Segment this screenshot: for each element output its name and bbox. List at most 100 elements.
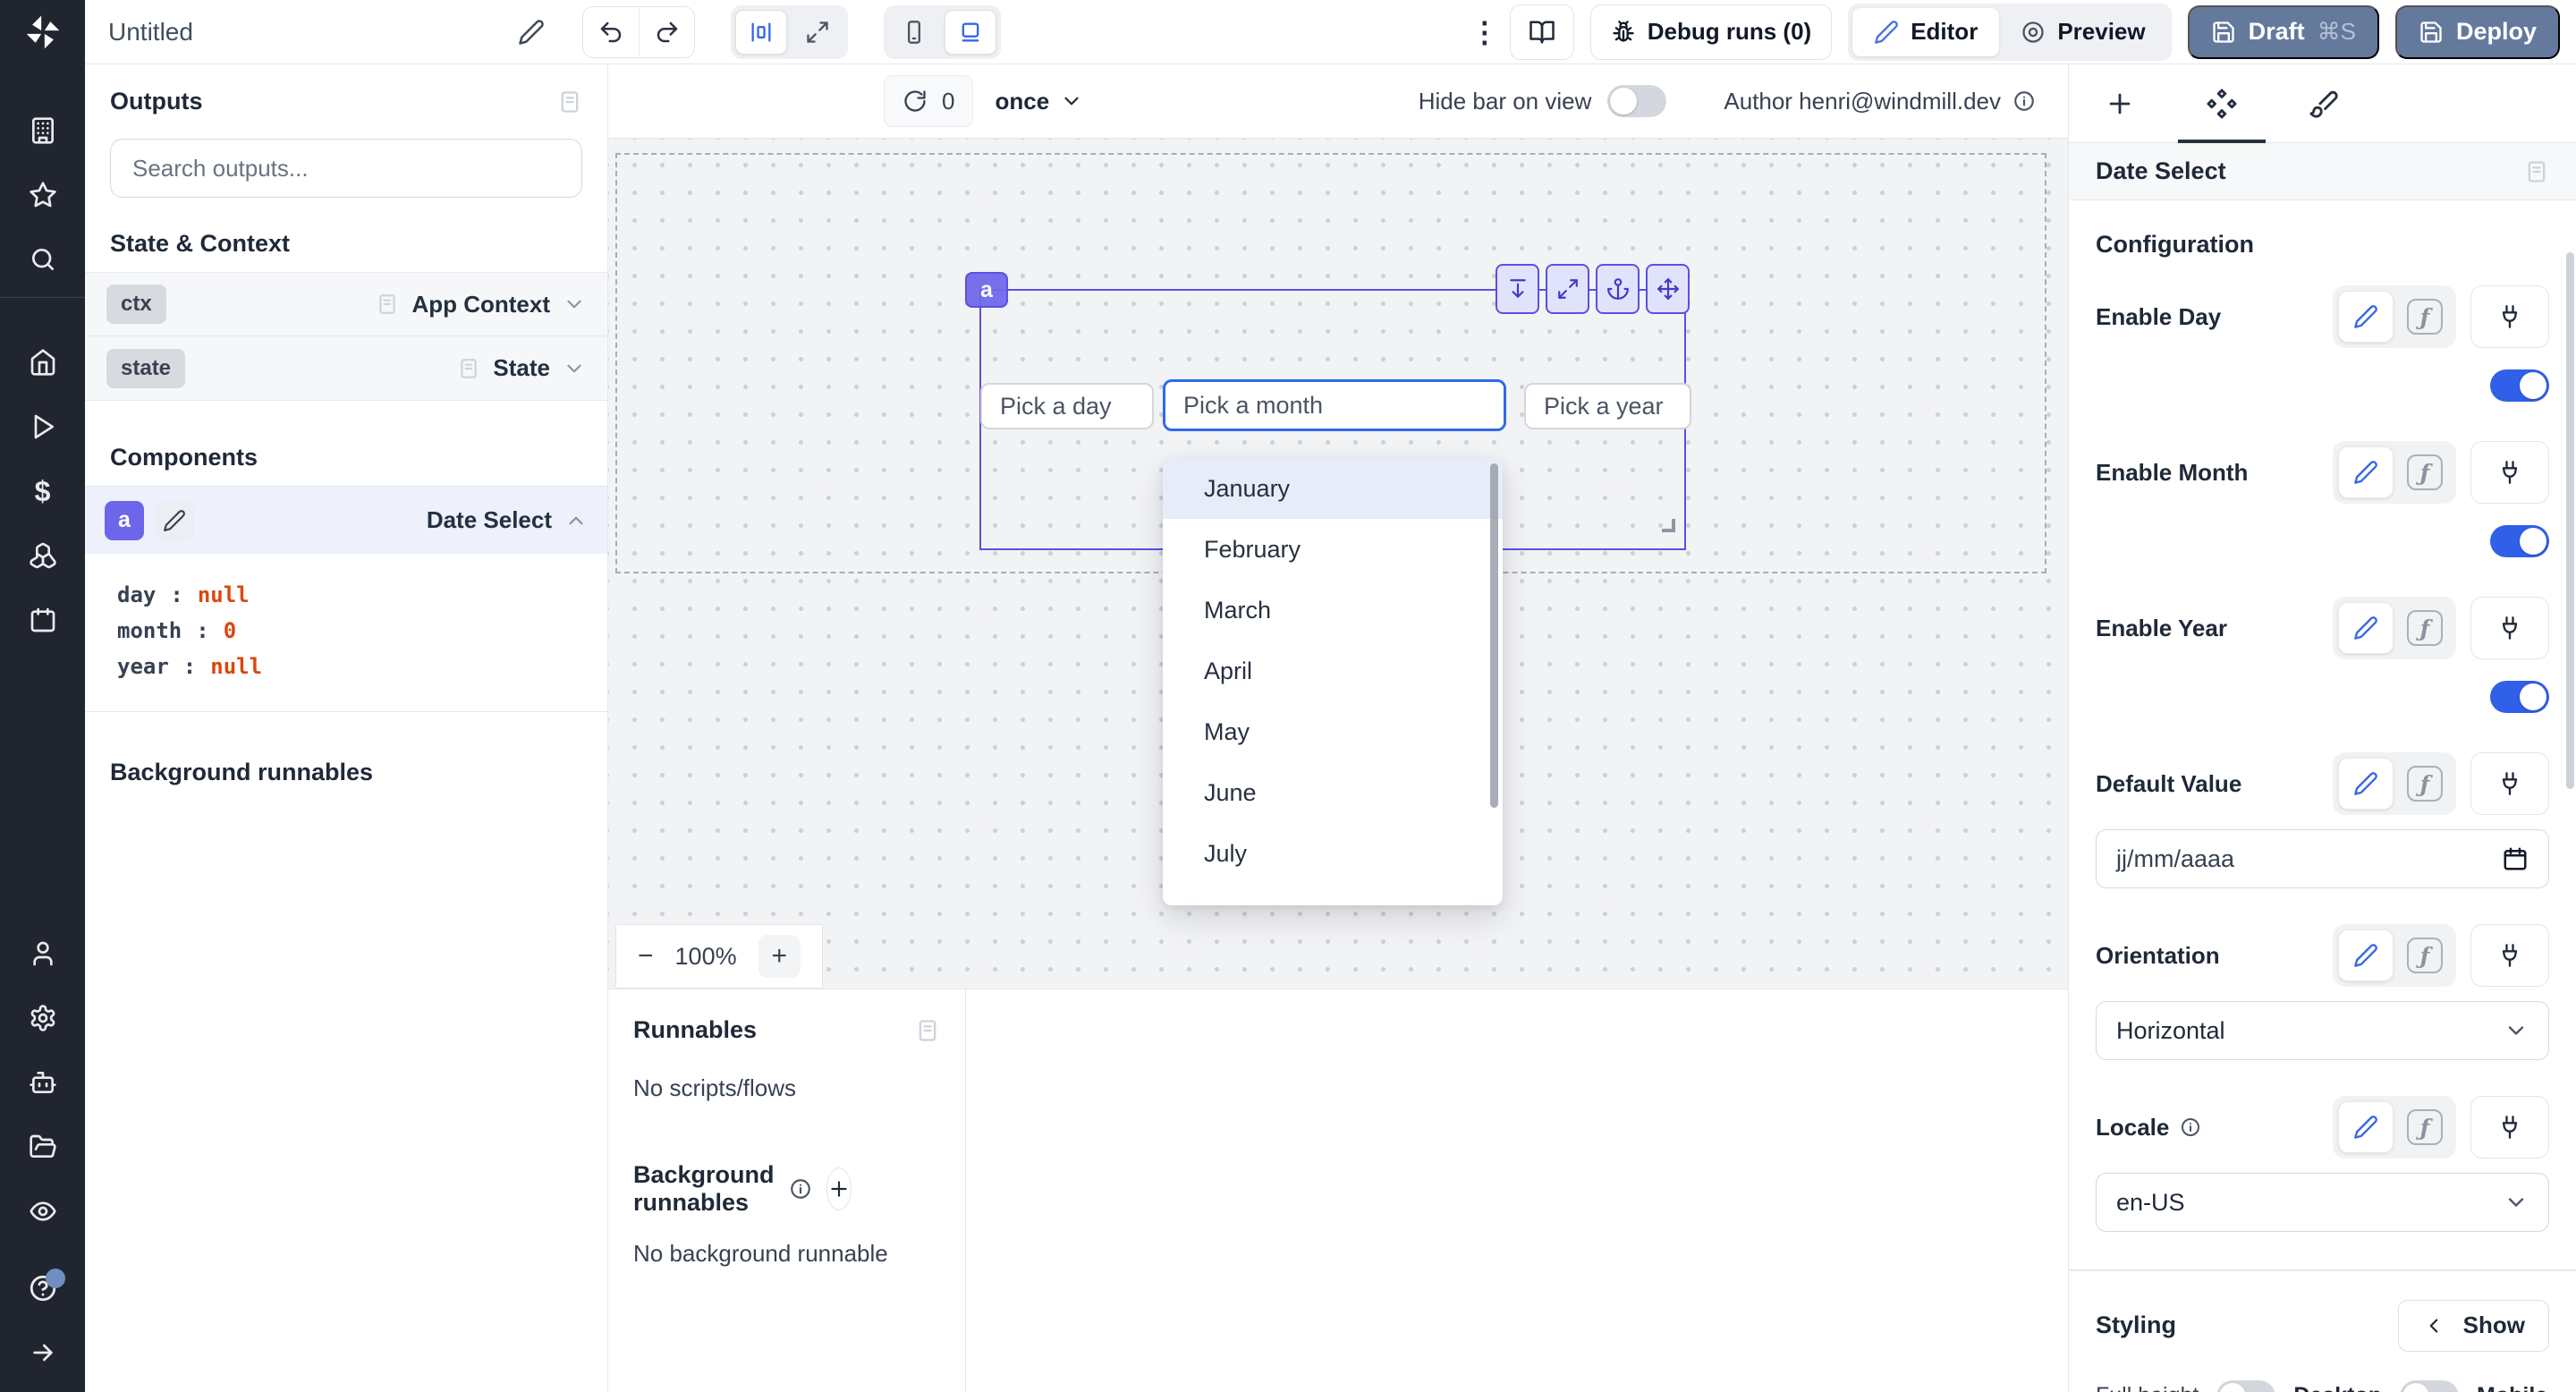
panel-doc-icon[interactable] bbox=[2524, 159, 2549, 184]
ctx-row[interactable]: ctx App Context bbox=[85, 272, 607, 336]
tab-insert[interactable] bbox=[2069, 64, 2171, 142]
info-icon[interactable] bbox=[2180, 1116, 2201, 1138]
robot-icon[interactable] bbox=[0, 1050, 85, 1115]
enable-year-toggle[interactable] bbox=[2490, 681, 2549, 713]
expand-down-icon[interactable] bbox=[1496, 264, 1539, 314]
refresh-counter[interactable]: 0 bbox=[884, 75, 973, 127]
chevron-down-icon[interactable] bbox=[563, 357, 586, 380]
month-option[interactable]: August bbox=[1163, 884, 1503, 905]
calendar-icon[interactable] bbox=[2502, 845, 2529, 872]
static-pencil-button[interactable] bbox=[2338, 1101, 2394, 1153]
enable-month-toggle[interactable] bbox=[2490, 525, 2549, 557]
function-button[interactable]: ƒ bbox=[2399, 758, 2451, 810]
editor-tab[interactable]: Editor bbox=[1852, 8, 1999, 56]
month-option[interactable]: July bbox=[1163, 823, 1503, 884]
month-option[interactable]: February bbox=[1163, 519, 1503, 580]
panel-scrollbar[interactable] bbox=[2566, 252, 2574, 789]
connect-plug-button[interactable] bbox=[2470, 441, 2549, 504]
panel-doc-icon[interactable] bbox=[915, 1018, 940, 1043]
chevron-up-icon[interactable] bbox=[564, 509, 588, 532]
draft-button[interactable]: Draft ⌘S bbox=[2188, 5, 2379, 59]
function-button[interactable]: ƒ bbox=[2399, 929, 2451, 981]
outputs-search[interactable] bbox=[110, 139, 582, 198]
orientation-select[interactable]: Horizontal bbox=[2096, 1001, 2549, 1060]
deploy-button[interactable]: Deploy bbox=[2395, 5, 2560, 59]
center-layout-button[interactable] bbox=[735, 10, 787, 55]
static-pencil-button[interactable] bbox=[2338, 291, 2394, 343]
tab-styling[interactable] bbox=[2273, 64, 2375, 142]
function-button[interactable]: ƒ bbox=[2399, 1101, 2451, 1153]
mobile-view-button[interactable] bbox=[888, 10, 940, 55]
month-option[interactable]: January bbox=[1163, 458, 1503, 519]
month-option[interactable]: April bbox=[1163, 641, 1503, 701]
static-pencil-button[interactable] bbox=[2338, 446, 2394, 498]
connect-plug-button[interactable] bbox=[2470, 285, 2549, 348]
fullscreen-icon[interactable] bbox=[1546, 264, 1589, 314]
day-select[interactable]: Pick a day bbox=[980, 383, 1154, 429]
static-pencil-button[interactable] bbox=[2338, 929, 2394, 981]
debug-runs-button[interactable]: Debug runs (0) bbox=[1590, 4, 1832, 60]
help-icon[interactable] bbox=[0, 1256, 85, 1320]
redo-button[interactable] bbox=[639, 7, 694, 57]
windmill-logo[interactable] bbox=[0, 0, 85, 64]
search-input[interactable] bbox=[132, 155, 560, 182]
static-pencil-button[interactable] bbox=[2338, 758, 2394, 810]
month-option[interactable]: May bbox=[1163, 701, 1503, 762]
desktop-toggle[interactable] bbox=[2400, 1380, 2459, 1392]
zoom-out-button[interactable]: − bbox=[638, 941, 654, 972]
add-background-runnable-button[interactable] bbox=[826, 1167, 852, 1210]
month-option[interactable]: March bbox=[1163, 580, 1503, 641]
edit-title-pencil-icon[interactable] bbox=[518, 19, 545, 46]
anchor-icon[interactable] bbox=[1596, 264, 1640, 314]
eye-icon[interactable] bbox=[0, 1179, 85, 1243]
show-styling-button[interactable]: Show bbox=[2398, 1300, 2549, 1352]
connect-plug-button[interactable] bbox=[2470, 752, 2549, 815]
search-icon[interactable] bbox=[0, 227, 85, 292]
info-icon[interactable] bbox=[789, 1177, 812, 1201]
chevron-down-icon[interactable] bbox=[563, 293, 586, 316]
arrow-right-icon[interactable] bbox=[0, 1320, 85, 1385]
prop-month[interactable]: month : 0 bbox=[117, 618, 607, 643]
info-icon[interactable] bbox=[2012, 89, 2036, 113]
boxes-icon[interactable] bbox=[0, 523, 85, 588]
static-pencil-button[interactable] bbox=[2338, 602, 2394, 654]
resize-handle[interactable] bbox=[1662, 519, 1675, 532]
prop-year[interactable]: year : null bbox=[117, 654, 607, 679]
building-icon[interactable] bbox=[0, 98, 85, 163]
docs-book-button[interactable] bbox=[1510, 4, 1574, 60]
rename-pencil-icon[interactable] bbox=[155, 501, 194, 540]
function-button[interactable]: ƒ bbox=[2399, 602, 2451, 654]
app-canvas[interactable]: a bbox=[608, 139, 2068, 989]
full-height-toggle[interactable] bbox=[2216, 1380, 2275, 1392]
preview-tab[interactable]: Preview bbox=[1999, 8, 2166, 56]
frequency-dropdown[interactable]: once bbox=[995, 88, 1083, 115]
connect-plug-button[interactable] bbox=[2470, 1096, 2549, 1159]
home-icon[interactable] bbox=[0, 330, 85, 395]
state-row[interactable]: state State bbox=[85, 336, 607, 401]
locale-select[interactable]: en-US bbox=[2096, 1173, 2549, 1232]
kebab-menu-icon[interactable]: ⋮ bbox=[1470, 15, 1494, 49]
function-button[interactable]: ƒ bbox=[2399, 291, 2451, 343]
move-icon[interactable] bbox=[1646, 264, 1690, 314]
zoom-in-button[interactable]: + bbox=[758, 935, 801, 978]
year-select[interactable]: Pick a year bbox=[1524, 383, 1691, 429]
desktop-view-button[interactable] bbox=[945, 10, 996, 55]
connect-plug-button[interactable] bbox=[2470, 924, 2549, 987]
calendar-icon[interactable] bbox=[0, 588, 85, 652]
month-option[interactable]: June bbox=[1163, 762, 1503, 823]
prop-day[interactable]: day : null bbox=[117, 582, 607, 607]
expand-layout-button[interactable] bbox=[792, 10, 843, 55]
month-select[interactable]: Pick a month bbox=[1163, 379, 1506, 431]
hide-bar-toggle[interactable] bbox=[1607, 85, 1666, 117]
folder-icon[interactable] bbox=[0, 1115, 85, 1179]
connect-plug-button[interactable] bbox=[2470, 597, 2549, 659]
panel-doc-icon[interactable] bbox=[557, 89, 582, 115]
default-value-date-input[interactable]: jj/mm/aaaa bbox=[2096, 829, 2549, 888]
function-button[interactable]: ƒ bbox=[2399, 446, 2451, 498]
dollar-icon[interactable]: $ bbox=[0, 459, 85, 523]
component-row-a[interactable]: a Date Select bbox=[85, 486, 607, 554]
star-icon[interactable] bbox=[0, 163, 85, 227]
enable-day-toggle[interactable] bbox=[2490, 369, 2549, 402]
undo-button[interactable] bbox=[583, 7, 639, 57]
gear-icon[interactable] bbox=[0, 986, 85, 1050]
